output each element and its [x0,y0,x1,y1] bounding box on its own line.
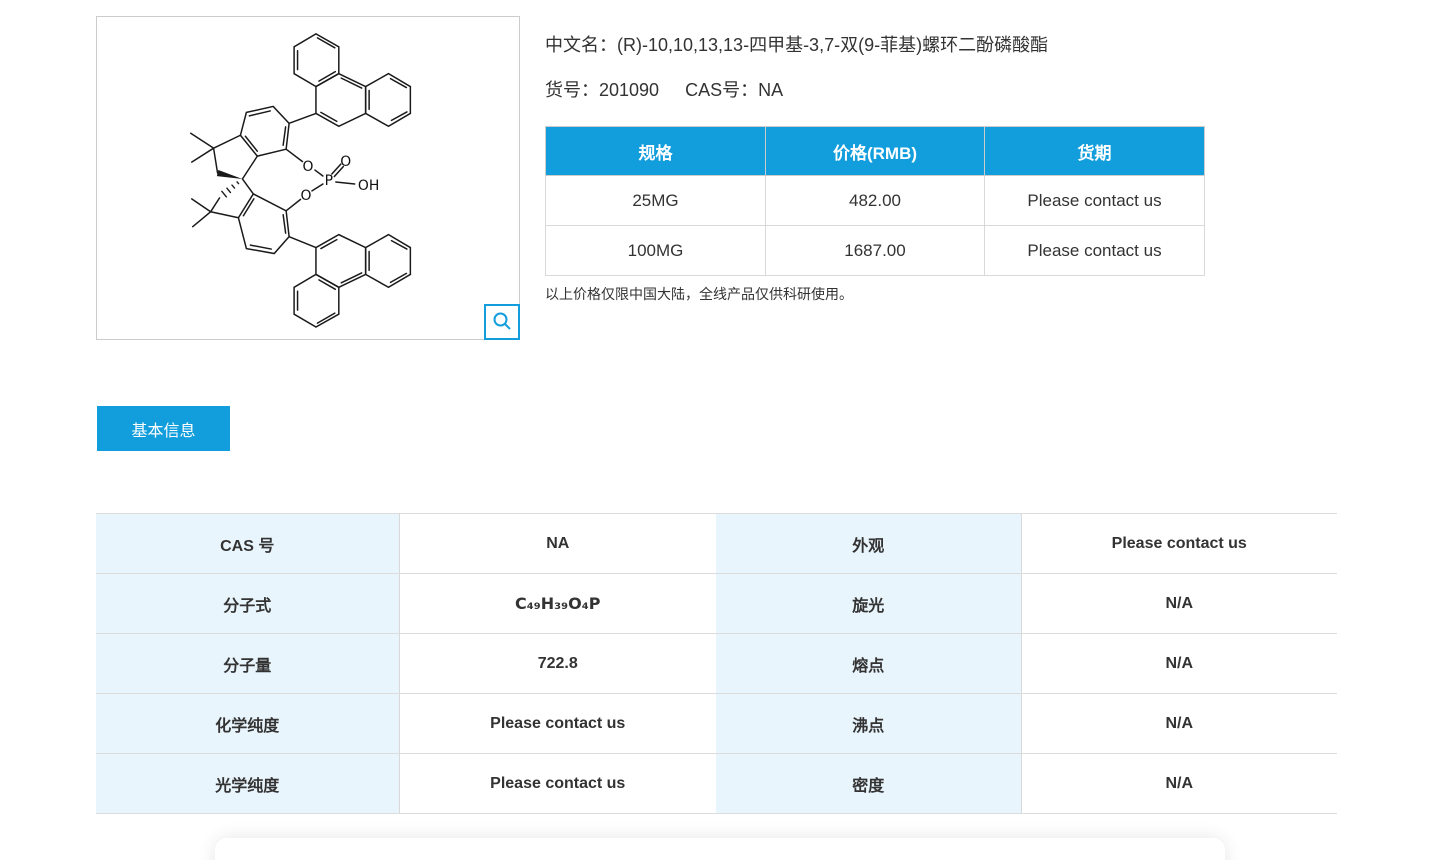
product-sku-line: 货号：201090 CAS号：NA [545,76,1048,102]
atom-label-o-double: O [340,154,351,170]
price-header-leadtime: 货期 [984,126,1205,176]
next-section-shadow [215,838,1225,860]
atom-label-p: P [325,173,333,189]
cas-value: NA [758,80,784,100]
price-cell-spec: 100MG [545,225,766,276]
sku-value: 201090 [599,80,660,100]
atom-label-o2: O [301,188,312,204]
basic-label-chem-purity: 化学纯度 [96,693,399,754]
price-cell-leadtime: Please contact us [984,175,1205,226]
basic-value-cas: NA [398,513,716,574]
basic-value-boiling: N/A [1020,693,1337,754]
table-row: 分子式 C₄₉H₃₉O₄P 旋光 N/A [96,573,1337,634]
price-cell-price: 1687.00 [765,225,985,276]
cn-name-label: 中文名： [545,35,617,55]
basic-value-opt-purity: Please contact us [398,753,716,814]
cas-label: CAS号： [685,80,759,100]
basic-value-molweight: 722.8 [398,633,716,694]
basic-label-rotation: 旋光 [716,573,1021,634]
product-info: 中文名：(R)-10,10,13,13-四甲基-3,7-双(9-菲基)螺环二酚磷… [545,31,1048,102]
basic-value-melting: N/A [1020,633,1337,694]
tab-basic-info[interactable]: 基本信息 [97,406,230,451]
basic-value-density: N/A [1020,753,1337,814]
price-table: 规格 价格(RMB) 货期 25MG 482.00 Please contact… [545,126,1205,276]
price-note: 以上价格仅限中国大陆，全线产品仅供科研使用。 [545,286,853,302]
table-row: 化学纯度 Please contact us 沸点 N/A [96,693,1337,754]
price-table-header-row: 规格 价格(RMB) 货期 [545,126,1205,176]
sku-label: 货号： [545,80,599,100]
price-row: 100MG 1687.00 Please contact us [545,225,1205,276]
basic-value-appearance: Please contact us [1020,513,1337,574]
price-header-price: 价格(RMB) [765,126,985,176]
cn-name-value: (R)-10,10,13,13-四甲基-3,7-双(9-菲基)螺环二酚磷酸酯 [617,35,1049,55]
basic-label-boiling: 沸点 [716,693,1021,754]
price-cell-price: 482.00 [765,175,985,226]
table-row: 光学纯度 Please contact us 密度 N/A [96,753,1337,814]
price-cell-leadtime: Please contact us [984,225,1205,276]
basic-label-appearance: 外观 [716,513,1021,574]
basic-info-table: CAS 号 NA 外观 Please contact us 分子式 C₄₉H₃₉… [96,513,1337,814]
table-row: CAS 号 NA 外观 Please contact us [96,513,1337,574]
magnifier-icon [493,312,511,330]
atom-label-o1: O [303,159,314,175]
basic-label-cas: CAS 号 [96,513,399,574]
table-row: 分子量 722.8 熔点 N/A [96,633,1337,694]
atom-label-oh: OH [358,178,379,194]
price-header-spec: 规格 [545,126,766,176]
basic-value-formula: C₄₉H₃₉O₄P [398,573,716,634]
molecule-structure: O O P O OH [189,33,412,328]
image-zoom-button[interactable] [484,304,520,340]
price-row: 25MG 482.00 Please contact us [545,175,1205,226]
basic-value-chem-purity: Please contact us [398,693,716,754]
basic-label-formula: 分子式 [96,573,399,634]
basic-value-rotation: N/A [1020,573,1337,634]
basic-label-opt-purity: 光学纯度 [96,753,399,814]
product-cn-name-line: 中文名：(R)-10,10,13,13-四甲基-3,7-双(9-菲基)螺环二酚磷… [545,31,1048,57]
basic-label-melting: 熔点 [716,633,1021,694]
product-structure-box: O O P O OH [96,16,520,340]
price-cell-spec: 25MG [545,175,766,226]
basic-label-molweight: 分子量 [96,633,399,694]
basic-label-density: 密度 [716,753,1021,814]
